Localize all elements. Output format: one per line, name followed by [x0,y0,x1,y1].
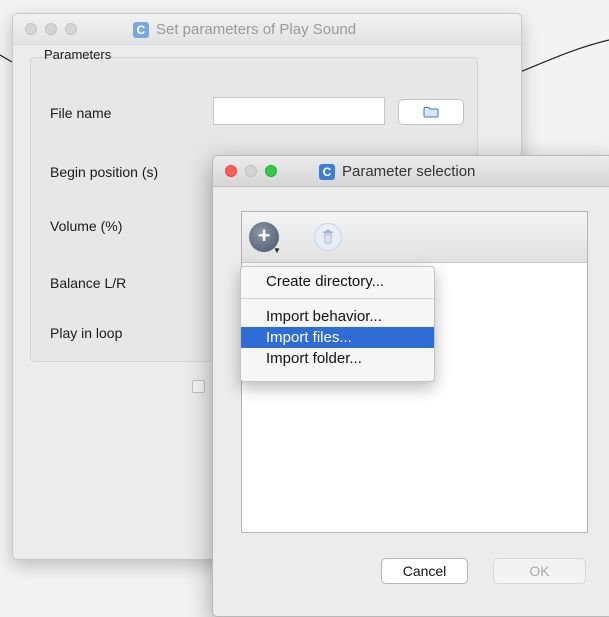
checkbox-partial[interactable] [192,380,205,393]
dialog-window-controls [225,165,277,177]
dialog-zoom-button[interactable] [265,165,277,177]
menu-item-import-folder[interactable]: Import folder... [241,348,434,369]
dialog-close-button[interactable] [225,165,237,177]
window-title: C Set parameters of Play Sound [133,21,356,38]
dialog-title-bar[interactable]: C Parameter selection [213,156,609,187]
dialog-title: C Parameter selection [319,163,475,180]
play-in-loop-label: Play in loop [50,325,123,341]
dialog-minimize-button[interactable] [245,165,257,177]
cancel-button[interactable]: Cancel [381,558,468,584]
folder-icon [423,107,439,118]
browse-folder-button[interactable] [398,99,464,125]
app-icon: C [133,21,149,38]
window-title-text: Set parameters of Play Sound [156,21,357,38]
file-name-label: File name [50,105,112,121]
add-dropdown-menu: Create directory... Import behavior... I… [240,266,435,382]
minimize-button[interactable] [45,23,57,35]
file-name-input[interactable] [213,97,385,125]
ok-button[interactable]: OK [493,558,586,584]
panel-toolbar: + ▼ [242,212,587,263]
dialog-title-text: Parameter selection [342,163,476,180]
parameter-selection-dialog: C Parameter selection + ▼ Cancel OK [212,155,609,617]
delete-button[interactable] [314,223,342,251]
window-controls [25,23,77,35]
dialog-app-icon: C [319,163,335,180]
trash-icon [323,230,333,244]
balance-label: Balance L/R [50,275,127,291]
parameters-group-label: Parameters [44,47,112,62]
begin-position-label: Begin position (s) [50,164,159,180]
close-button[interactable] [25,23,37,35]
menu-item-create-directory[interactable]: Create directory... [241,271,434,292]
zoom-button[interactable] [65,23,77,35]
volume-label: Volume (%) [50,218,123,234]
menu-item-import-files[interactable]: Import files... [241,327,434,348]
title-bar[interactable]: C Set parameters of Play Sound [13,14,521,45]
menu-separator [241,298,434,299]
menu-item-import-behavior[interactable]: Import behavior... [241,306,434,327]
dropdown-caret-icon: ▼ [273,246,281,255]
add-icon: + [257,223,271,248]
